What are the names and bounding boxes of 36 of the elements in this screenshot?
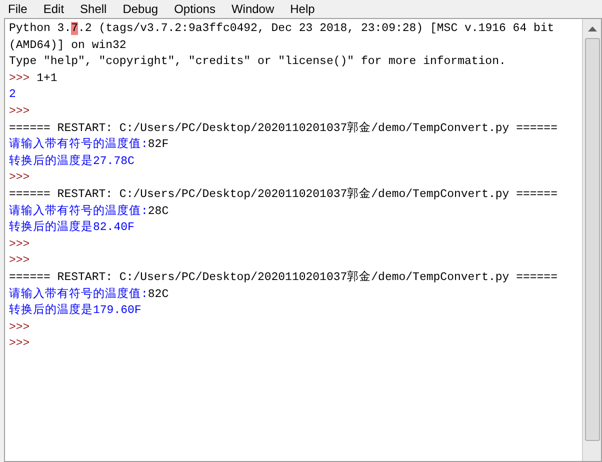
menu-item[interactable]: Options	[174, 0, 216, 18]
console-text: Type "help", "copyright", "credits" or "license()" for more information.	[9, 55, 506, 68]
prompt: >>>	[9, 104, 30, 118]
prompt: >>>	[9, 171, 30, 184]
prompt: >>>	[9, 320, 30, 334]
prompt: >>>	[9, 72, 30, 85]
menu-item[interactable]: File	[8, 0, 28, 18]
console-text: .2 (tags/v3.7.2:9a3ffc0492, Dec 23 2018, 23:09:28) [MSC v.1916 64 bit	[78, 22, 554, 35]
scroll-thumb[interactable]	[584, 38, 600, 441]
console-text: ====== RESTART: C:/Users/PC/Desktop/2020110201037郭金/demo/TempConvert.py ======	[9, 188, 558, 201]
menu-item[interactable]: Edit	[43, 0, 64, 18]
menu-item[interactable]: Debug	[122, 0, 158, 18]
program-output: 请输入带有符号的温度值:	[9, 288, 148, 300]
console-text: ====== RESTART: C:/Users/PC/Desktop/2020110201037郭金/demo/TempConvert.py ======	[9, 270, 558, 284]
program-output: 转换后的温度是27.78C	[9, 154, 134, 168]
console-text: (AMD64)] on win32	[9, 38, 126, 52]
input-text: 28C	[148, 204, 169, 218]
menu-item[interactable]: Help	[290, 0, 315, 18]
program-output: 请输入带有符号的温度值:	[9, 138, 148, 152]
console-text: ====== RESTART: C:/Users/PC/Desktop/2020110201037郭金/demo/TempConvert.py ======	[9, 122, 558, 135]
program-output: 转换后的温度是179.60F	[9, 304, 142, 318]
scroll-up-icon[interactable]	[588, 26, 596, 32]
input-text: 82F	[148, 138, 169, 152]
menu-item[interactable]: Window	[231, 0, 274, 18]
program-output: 请输入带有符号的温度值:	[9, 204, 148, 218]
prompt: >>>	[9, 337, 30, 350]
console-text: Python 3.	[9, 22, 72, 35]
highlighted-char: 7	[71, 22, 78, 35]
input-text: 1+1	[36, 72, 58, 85]
menu-item[interactable]: Shell	[80, 0, 107, 18]
program-output: 转换后的温度是82.40F	[9, 221, 134, 234]
scrollbar[interactable]	[582, 19, 601, 461]
input-text: 82C	[148, 288, 169, 300]
program-output: 2	[9, 88, 16, 102]
prompt: >>>	[9, 254, 30, 268]
prompt: >>>	[9, 238, 30, 251]
